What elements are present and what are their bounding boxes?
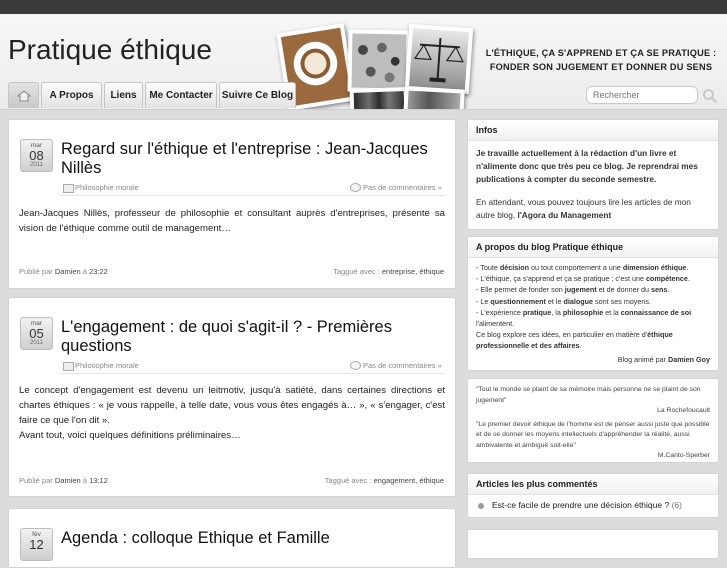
about-line: - Le questionnement et le dialogue sont … <box>476 296 651 306</box>
about-line: l'alimentent. <box>476 319 515 329</box>
post-tags[interactable]: entreprise, éthique <box>382 267 444 276</box>
widget-about: A propos du blog Pratique éthique - Tout… <box>467 236 719 371</box>
home-icon <box>16 90 31 102</box>
post-category[interactable]: Philosophie morale <box>75 183 139 192</box>
post-excerpt: Le concept d'engagement est devenu un le… <box>19 383 445 443</box>
folder-icon <box>63 362 74 371</box>
post-category[interactable]: Philosophie morale <box>75 361 139 370</box>
post-card: mar 08 2011 Regard sur l'éthique et l'en… <box>8 119 456 289</box>
nav-item-suivre-ce-blog[interactable]: Suivre Ce Blog <box>219 82 296 108</box>
nav-home-button[interactable] <box>8 82 39 108</box>
published-by-label: Publié par <box>19 476 53 485</box>
about-line: - L'éthique, ça s'apprend et ça se prati… <box>476 274 690 284</box>
search-input[interactable] <box>586 86 698 104</box>
recent-article-link[interactable]: Est-ce facile de prendre une décision ét… <box>492 500 669 510</box>
about-signature: Blog animé par Damien Goy <box>617 354 710 364</box>
post-title[interactable]: Regard sur l'éthique et l'entreprise : J… <box>61 140 446 178</box>
comment-icon <box>350 361 361 370</box>
about-line: - L'expérience pratique, la philosophie … <box>476 307 692 317</box>
widget-title: Articles les plus commentés <box>468 474 718 495</box>
nav-item-a-propos[interactable]: A Propos <box>41 82 102 108</box>
infos-notice: Je travaille actuellement à la rédaction… <box>476 148 698 184</box>
widget-most-commented: Articles les plus commentés Est-ce facil… <box>467 473 719 518</box>
post-title[interactable]: L'engagement : de quoi s'agit-il ? - Pre… <box>61 318 446 356</box>
search-icon[interactable] <box>702 88 718 104</box>
quote-author: M.Canto-Sperber <box>657 452 710 459</box>
bullet-icon <box>478 503 484 509</box>
post-card: mar 05 2011 L'engagement : de quoi s'agi… <box>8 297 456 497</box>
post-meta: Philosophie morale Pas de commentaires » <box>61 361 445 374</box>
post-tags[interactable]: engagement, éthique <box>374 476 444 485</box>
post-date-day: 05 <box>29 326 44 341</box>
comment-icon <box>350 183 361 192</box>
widget-title: A propos du blog Pratique éthique <box>468 237 718 258</box>
infos-paragraph: En attendant, vous pouvez toujours lire … <box>476 196 710 222</box>
post-comments-link[interactable]: Pas de commentaires » <box>363 361 442 370</box>
post-date-badge: mar 08 2011 <box>20 139 53 172</box>
about-line: Ce blog explore ces idées, en particulie… <box>476 330 673 340</box>
eyes-photo <box>349 86 409 109</box>
tags-label: Taggué avec : <box>333 267 380 276</box>
about-line: - Elle permet de fonder son jugement et … <box>476 285 670 295</box>
about-list: - Toute décision ou tout comportement a … <box>468 258 718 371</box>
post-date-badge: mar 05 2011 <box>20 317 53 350</box>
quote-text: "Tout le monde se plaint de sa mémoire m… <box>476 386 701 404</box>
quote-author: La Rochefoucault <box>657 407 710 414</box>
post-excerpt-paragraph: Avant tout, voici quelques définitions p… <box>19 430 241 441</box>
justice-scale-photo <box>404 23 474 95</box>
published-by-label: Publié par <box>19 267 53 276</box>
post-time: 23:22 <box>89 267 108 276</box>
widget-title: Infos <box>468 120 718 141</box>
widget-next <box>467 529 719 559</box>
comment-count: (6) <box>671 500 682 510</box>
widget-quotes: "Tout le monde se plaint de sa mémoire m… <box>467 378 719 463</box>
post-author-line: Publié par Damien à 13:12 <box>19 476 108 485</box>
post-tags-line: Taggué avec : engagement, éthique <box>325 476 444 485</box>
post-time: 13:12 <box>89 476 108 485</box>
crowd-photo <box>347 29 411 93</box>
about-line: professionnelle et des affaires. <box>476 341 582 351</box>
about-line: - Toute décision ou tout comportement a … <box>476 263 689 272</box>
post-comments-link[interactable]: Pas de commentaires » <box>363 183 442 192</box>
time-prefix: à <box>82 267 87 276</box>
tags-label: Taggué avec : <box>324 476 372 485</box>
nav-item-me-contacter[interactable]: Me Contacter <box>145 82 217 108</box>
time-prefix: à <box>82 476 87 485</box>
nav-item-liens[interactable]: Liens <box>104 82 143 108</box>
post-author-line: Publié par Damien à 23:22 <box>19 267 108 276</box>
list-item[interactable]: Est-ce facile de prendre une décision ét… <box>468 495 718 515</box>
post-author[interactable]: Damien <box>55 267 81 276</box>
post-date-year: 2011 <box>30 340 43 346</box>
post-date-year: 2011 <box>30 162 43 168</box>
widget-infos: Infos Je travaille actuellement à la réd… <box>467 119 719 230</box>
post-excerpt-paragraph: Le concept d'engagement est devenu un le… <box>19 385 445 426</box>
post-tags-line: Taggué avec : entreprise, éthique <box>333 267 444 276</box>
post-excerpt: Jean-Jacques Nillès, professeur de philo… <box>19 208 445 234</box>
post-date-day: 08 <box>29 148 44 163</box>
portrait-photo <box>403 86 465 109</box>
folder-icon <box>63 184 74 193</box>
quote-text: "Le premier devoir éthique de l'homme es… <box>476 420 710 449</box>
author-link[interactable]: Damien Goy <box>668 355 710 364</box>
post-meta: Philosophie morale Pas de commentaires » <box>61 183 445 196</box>
post-card: fév 12 Agenda : colloque Ethique et Fami… <box>8 508 456 568</box>
post-author[interactable]: Damien <box>55 476 81 485</box>
agora-link[interactable]: l'Agora du Management <box>518 210 612 220</box>
post-title[interactable]: Agenda : colloque Ethique et Famille <box>61 529 446 548</box>
